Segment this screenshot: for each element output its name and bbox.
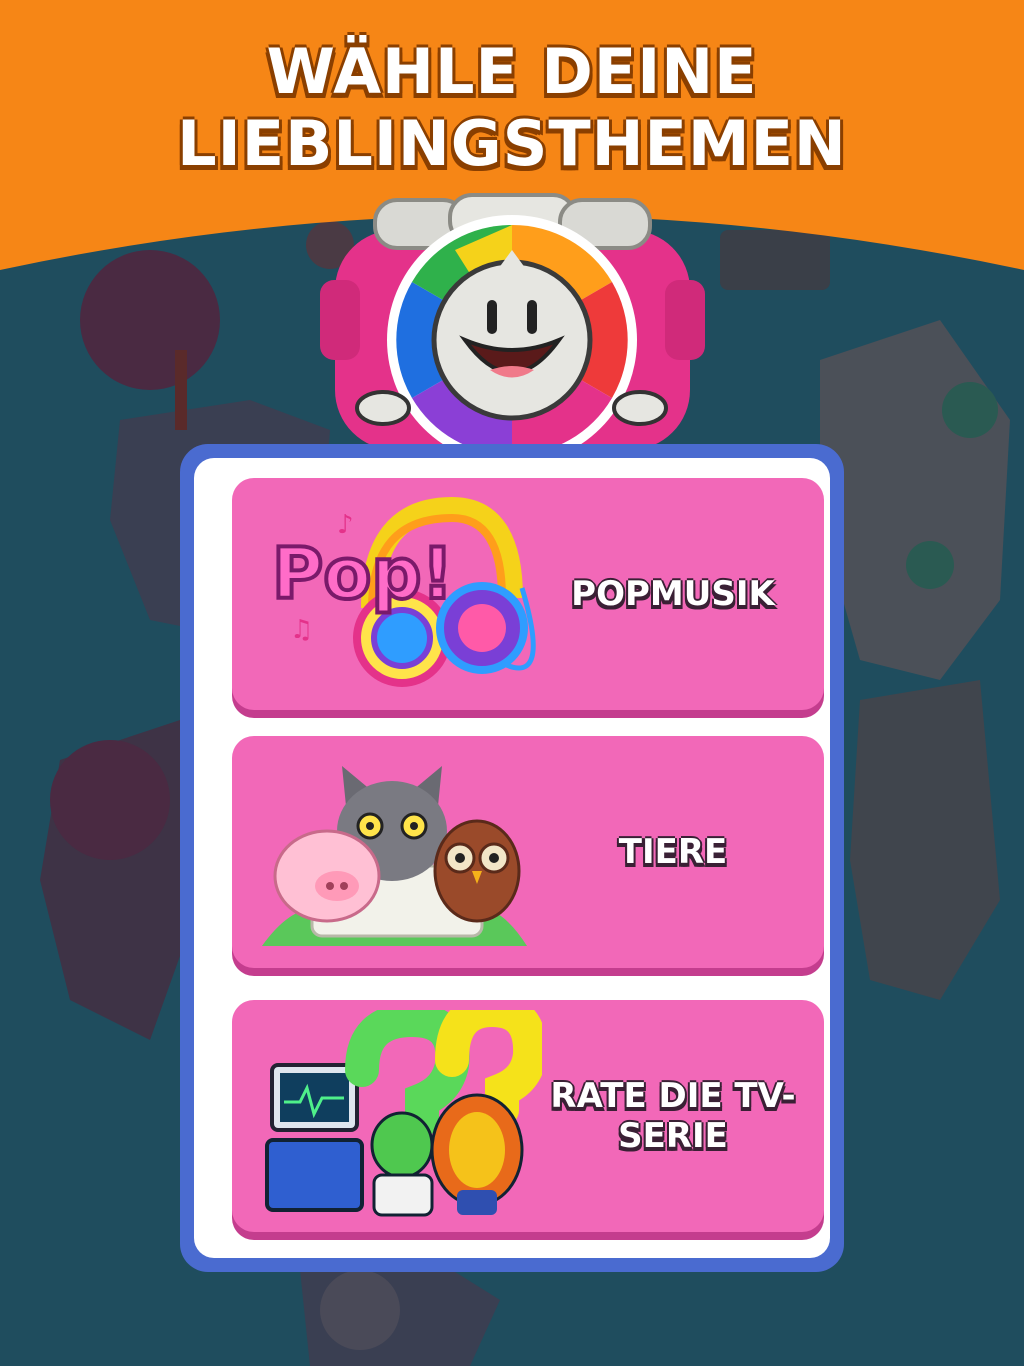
svg-text:♪: ♪	[337, 510, 354, 540]
topic-label: RATE DIE TV-SERIE	[550, 1076, 796, 1156]
title-line-1: WÄHLE DEINE	[266, 35, 758, 108]
topic-card-popmusik[interactable]: Pop! ♪ ♫ POPMUSIK	[232, 478, 824, 710]
animals-pig-cat-owl-icon	[262, 766, 527, 946]
svg-text:♫: ♫	[290, 615, 313, 645]
trivia-wheel-mascot-icon	[320, 193, 705, 450]
svg-text:Pop!: Pop!	[272, 533, 453, 615]
topic-card-tiere[interactable]: TIERE	[232, 736, 824, 968]
tv-series-characters-icon	[265, 1010, 542, 1217]
topic-label: TIERE	[618, 832, 728, 872]
pop-music-headphones-icon: Pop! ♪ ♫	[270, 496, 536, 687]
title-line-2: LIEBLINGSTHEMEN	[177, 107, 847, 180]
page-title: WÄHLE DEINE LIEBLINGSTHEMEN	[0, 36, 1024, 180]
topic-list: Pop! ♪ ♫ POPMUSIK TIERE RATE DIE TV-SERI…	[194, 458, 830, 1258]
topic-selection-panel: Pop! ♪ ♫ POPMUSIK TIERE RATE DIE TV-SERI…	[180, 444, 844, 1272]
topic-card-rate-die-tv-serie[interactable]: RATE DIE TV-SERIE	[232, 1000, 824, 1232]
topic-label: POPMUSIK	[571, 574, 775, 614]
